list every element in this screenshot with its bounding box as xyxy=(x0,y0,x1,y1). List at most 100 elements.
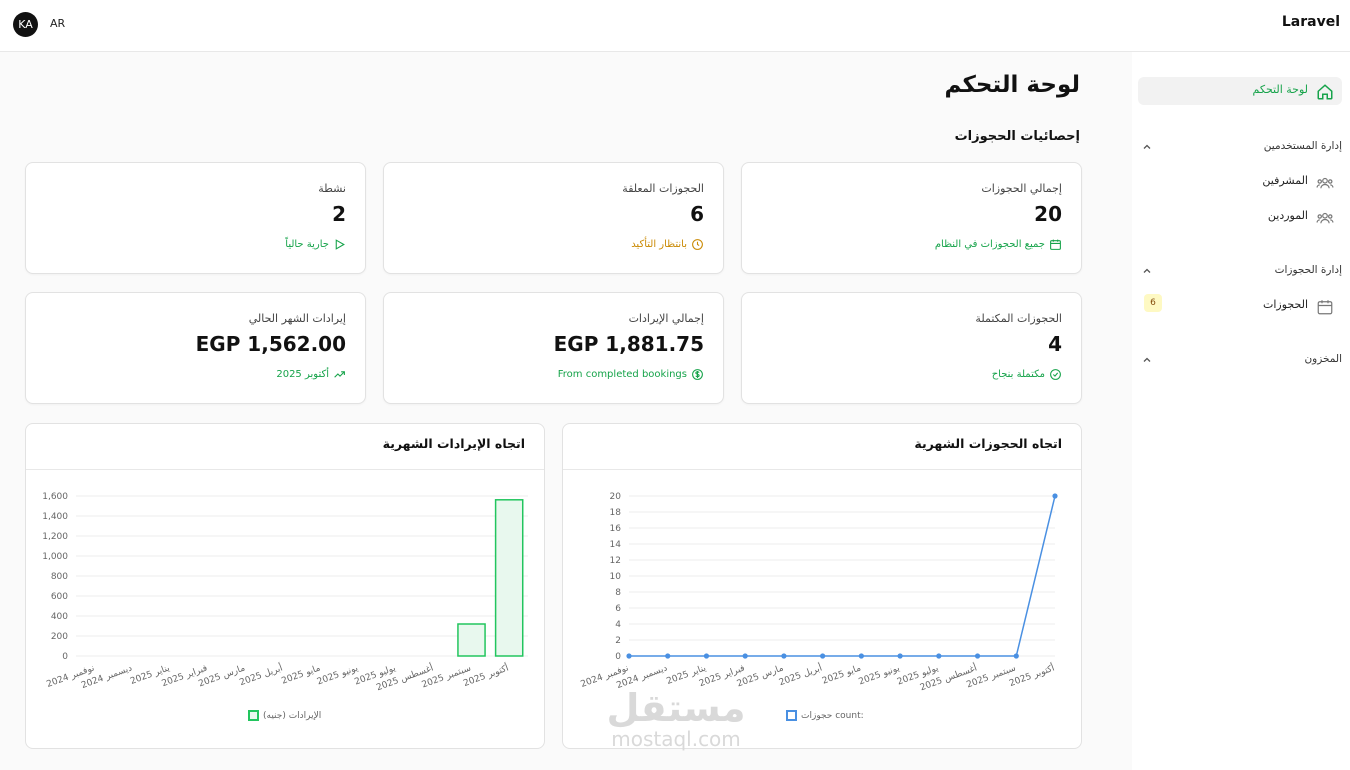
watermark-arabic: مستقل xyxy=(606,686,746,730)
bar xyxy=(457,623,486,657)
sidebar-group-inventory[interactable]: المخزون xyxy=(1138,349,1342,371)
y-tick-label: 1,600 xyxy=(42,492,68,502)
data-point xyxy=(1013,653,1019,659)
chart-legend[interactable]: حجوزات count: xyxy=(786,710,864,721)
sidebar-item-suppliers[interactable]: الموردين xyxy=(1138,203,1342,231)
bar xyxy=(494,499,524,657)
check-circle-icon xyxy=(1050,369,1061,380)
sidebar: لوحة التحكم إدارة المستخدمين المشرفين ال… xyxy=(1132,52,1350,770)
sidebar-item-bookings[interactable]: الحجوزات 6 xyxy=(1138,292,1342,320)
language-switch[interactable]: AR xyxy=(50,17,65,30)
sidebar-item-dashboard[interactable]: لوحة التحكم xyxy=(1138,77,1342,105)
chart-legend[interactable]: الإيرادات (جنيه) xyxy=(248,710,321,721)
legend-label: الإيرادات (جنيه) xyxy=(263,710,322,721)
stat-card-foot: From completed bookings xyxy=(558,368,704,381)
data-point xyxy=(626,653,632,659)
page-title: لوحة التحكم xyxy=(944,72,1080,98)
legend-label: حجوزات count: xyxy=(801,710,864,721)
sidebar-group-label: المخزون xyxy=(1304,353,1342,365)
stat-card-value: 6 xyxy=(690,202,704,226)
bookings-count-badge: 6 xyxy=(1144,294,1162,312)
y-tick-label: 16 xyxy=(610,524,622,534)
bar-chart: 02004006008001,0001,2001,4001,600نوفمبر … xyxy=(42,492,528,693)
legend-swatch xyxy=(248,710,259,721)
stat-card-foot: جميع الحجوزات في النظام xyxy=(935,238,1062,251)
chevron-up-icon xyxy=(1143,268,1151,273)
y-tick-label: 400 xyxy=(51,612,68,622)
chevron-up-icon xyxy=(1143,144,1151,149)
stat-card-title: إجمالي الإيرادات xyxy=(628,312,704,325)
chevron-up-icon xyxy=(1143,357,1151,362)
y-tick-label: 4 xyxy=(615,620,621,630)
users-icon xyxy=(1316,212,1334,224)
data-point xyxy=(665,653,671,659)
x-tick-label: مايو 2025 xyxy=(821,663,863,686)
play-icon xyxy=(335,239,345,250)
sidebar-item-label: الموردين xyxy=(1267,209,1308,222)
chart-card-revenue: اتجاه الإيرادات الشهرية 0 200 400 600 800 1,0… xyxy=(25,423,545,749)
stat-card-title: الحجوزات المعلقة xyxy=(622,182,704,195)
y-tick-label: 6 xyxy=(615,604,621,614)
top-bar: Laravel KA AR xyxy=(0,0,1350,52)
data-point xyxy=(974,653,981,659)
stat-card-value: EGP 1,562.00 xyxy=(195,332,346,356)
sidebar-group-label: إدارة الحجوزات xyxy=(1274,264,1342,276)
y-tick-label: 1,200 xyxy=(42,532,68,542)
sidebar-item-label: الحجوزات xyxy=(1262,298,1308,311)
data-point xyxy=(936,653,942,659)
data-point xyxy=(897,653,903,659)
home-icon xyxy=(1317,84,1333,100)
section-title: إحصائيات الحجوزات xyxy=(954,129,1080,144)
watermark: مستقل mostaql.com xyxy=(591,688,761,758)
stat-card-foot: مكتملة بنجاح xyxy=(992,368,1062,381)
sidebar-item-label: المشرفين xyxy=(1262,174,1308,187)
calendar-icon xyxy=(1317,300,1333,315)
stat-card-foot: جارية حالياً xyxy=(285,238,346,251)
stat-card-value: 2 xyxy=(332,202,346,226)
stat-card-foot-text: From completed bookings xyxy=(557,369,687,380)
stat-card-foot: بانتظار التأكيد xyxy=(631,238,704,251)
stat-card-foot-text: أكتوبر 2025 xyxy=(276,369,329,380)
data-point xyxy=(781,653,787,659)
y-tick-label: 10 xyxy=(610,572,622,582)
stat-card-foot-text: جميع الحجوزات في النظام xyxy=(934,239,1045,250)
stat-card-value: 20 xyxy=(1034,202,1062,226)
y-tick-label: 200 xyxy=(51,632,68,642)
data-point xyxy=(742,653,748,659)
y-tick-label: 0 xyxy=(615,652,621,662)
stat-card-foot-text: مكتملة بنجاح xyxy=(991,369,1045,380)
sidebar-item-supervisors[interactable]: المشرفين xyxy=(1138,168,1342,196)
legend-swatch xyxy=(786,710,797,721)
dollar-icon xyxy=(692,369,703,380)
stat-card-foot: أكتوبر 2025 xyxy=(276,368,346,381)
y-tick-label: 14 xyxy=(610,540,622,550)
y-tick-label: 12 xyxy=(610,556,621,566)
brand-logo[interactable]: Laravel xyxy=(1282,14,1340,30)
stat-card-value: 4 xyxy=(1048,332,1062,356)
y-tick-label: 1,400 xyxy=(42,512,68,522)
stat-card-active: نشطة 2 جارية حالياً xyxy=(25,162,366,274)
stat-card-total-revenue: إجمالي الإيرادات EGP 1,881.75 From compl… xyxy=(383,292,724,404)
sidebar-item-label: لوحة التحكم xyxy=(1252,83,1308,96)
y-tick-label: 2 xyxy=(615,636,621,646)
avatar[interactable]: KA xyxy=(13,12,38,37)
users-icon xyxy=(1316,177,1334,189)
stat-card-value: EGP 1,881.75 xyxy=(553,332,704,356)
x-tick-label: يونيو 2025 xyxy=(316,663,360,687)
y-tick-label: 600 xyxy=(51,592,68,602)
data-point xyxy=(820,653,826,659)
stat-card-title: نشطة xyxy=(318,182,346,195)
y-tick-label: 18 xyxy=(610,508,622,518)
y-tick-label: 0 xyxy=(62,652,68,662)
sidebar-group-bookings[interactable]: إدارة الحجوزات xyxy=(1138,260,1342,282)
data-point xyxy=(703,653,710,659)
stat-card-foot-text: جارية حالياً xyxy=(285,239,329,250)
x-tick-label: مايو 2025 xyxy=(280,663,322,686)
watermark-latin: mostaql.com xyxy=(611,727,741,751)
data-point xyxy=(1052,493,1058,499)
sidebar-group-users[interactable]: إدارة المستخدمين xyxy=(1138,136,1342,158)
x-tick-label: يونيو 2025 xyxy=(857,663,901,687)
data-point xyxy=(858,653,864,659)
stat-card-foot-text: بانتظار التأكيد xyxy=(631,239,687,250)
chart-title: اتجاه الحجوزات الشهرية xyxy=(914,436,1062,451)
